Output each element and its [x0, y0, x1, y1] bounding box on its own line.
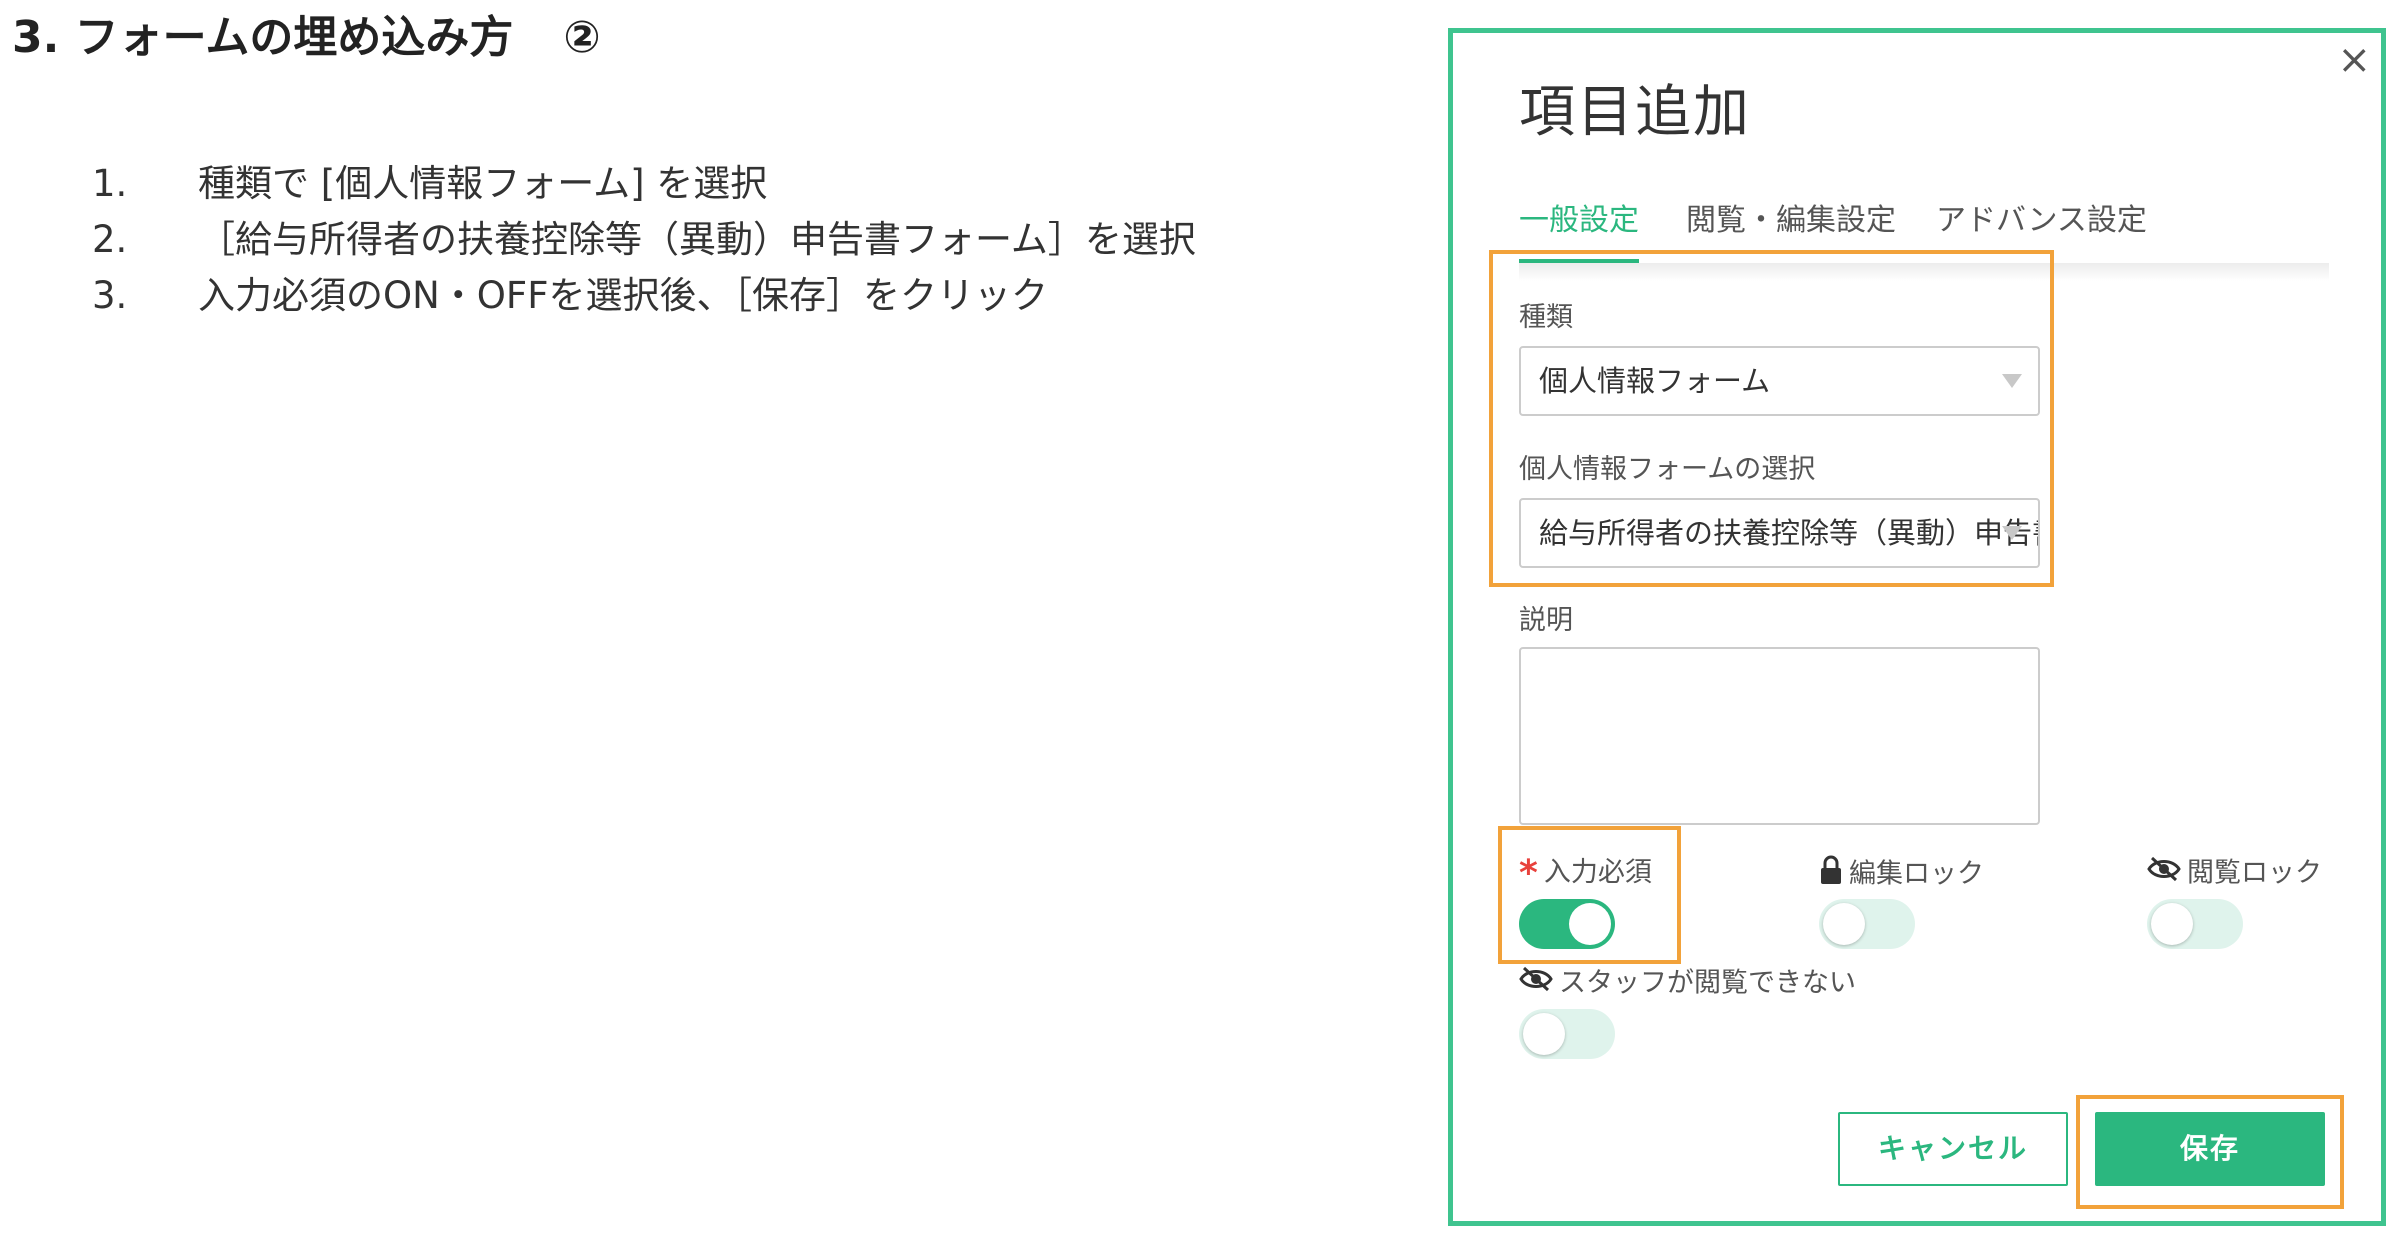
toggle-knob	[1523, 1013, 1565, 1055]
type-select-value: 個人情報フォーム	[1539, 364, 1771, 398]
view-lock-toggle[interactable]	[2147, 899, 2243, 949]
type-label: 種類	[1519, 302, 1573, 333]
cancel-button[interactable]: キャンセル	[1838, 1112, 2068, 1186]
description-textarea[interactable]	[1519, 647, 2040, 825]
step-text: 種類で [個人情報フォーム] を選択	[198, 162, 768, 205]
edit-lock-toggle-label: 編集ロック	[1819, 855, 1984, 895]
toggle-knob	[1569, 903, 1611, 945]
eye-slash-icon	[1519, 965, 1553, 1003]
slide-title: 3. フォームの埋め込み方 ②	[12, 8, 601, 68]
required-label-text: 入力必須	[1543, 857, 1652, 888]
slide-title-text: 3. フォームの埋め込み方	[12, 12, 514, 63]
form-selection-select[interactable]: 給与所得者の扶養控除等（異動）申告書フォーム	[1519, 498, 2040, 568]
edit-lock-toggle[interactable]	[1819, 899, 1915, 949]
step-number: 1.	[92, 162, 128, 205]
view-lock-label-text: 閲覧ロック	[2187, 857, 2322, 889]
form-selection-label: 個人情報フォームの選択	[1519, 454, 1816, 485]
view-lock-toggle-label: 閲覧ロック	[2147, 855, 2322, 893]
required-toggle[interactable]	[1519, 899, 1615, 949]
step-text: ［給与所得者の扶養控除等（異動）申告書フォーム］を選択	[198, 218, 1196, 261]
staff-hidden-label-text: スタッフが閲覧できない	[1559, 967, 1856, 999]
form-selection-value: 給与所得者の扶養控除等（異動）申告書フォーム	[1539, 516, 2038, 550]
lock-icon	[1819, 855, 1843, 895]
chevron-down-icon	[2002, 374, 2022, 388]
dialog-title: 項目追加	[1519, 80, 1751, 145]
staff-hidden-toggle-label: スタッフが閲覧できない	[1519, 965, 1856, 1003]
step-item: 2. ［給与所得者の扶養控除等（異動）申告書フォーム］を選択	[92, 212, 1196, 268]
step-number: 2.	[92, 218, 128, 261]
steps-list: 1. 種類で [個人情報フォーム] を選択 2. ［給与所得者の扶養控除等（異動）申…	[92, 156, 1196, 324]
tab-view-edit[interactable]: 閲覧・編集設定	[1686, 201, 1896, 241]
eye-slash-icon	[2147, 855, 2181, 893]
step-circle-number: ②	[563, 12, 601, 63]
toggle-knob	[2151, 903, 2193, 945]
save-button[interactable]: 保存	[2095, 1112, 2325, 1186]
close-icon[interactable]: ×	[2337, 37, 2371, 83]
description-label: 説明	[1519, 605, 1573, 636]
step-item: 3. 入力必須のON・OFFを選択後、［保存］をクリック	[92, 268, 1196, 324]
asterisk-icon: *	[1519, 852, 1538, 894]
step-text: 入力必須のON・OFFを選択後、［保存］をクリック	[198, 274, 1048, 317]
type-select[interactable]: 個人情報フォーム	[1519, 346, 2040, 416]
toggle-knob	[1823, 903, 1865, 945]
edit-lock-label-text: 編集ロック	[1849, 858, 1984, 890]
step-item: 1. 種類で [個人情報フォーム] を選択	[92, 156, 1196, 212]
staff-hidden-toggle[interactable]	[1519, 1009, 1615, 1059]
step-number: 3.	[92, 274, 128, 317]
add-item-dialog: × 項目追加 一般設定 閲覧・編集設定 アドバンス設定 種類 個人情報フォーム …	[1448, 28, 2386, 1226]
required-toggle-label: * 入力必須	[1519, 855, 1652, 891]
tab-advanced[interactable]: アドバンス設定	[1936, 201, 2147, 241]
tab-general[interactable]: 一般設定	[1519, 201, 1639, 241]
chevron-down-icon	[2002, 526, 2022, 540]
